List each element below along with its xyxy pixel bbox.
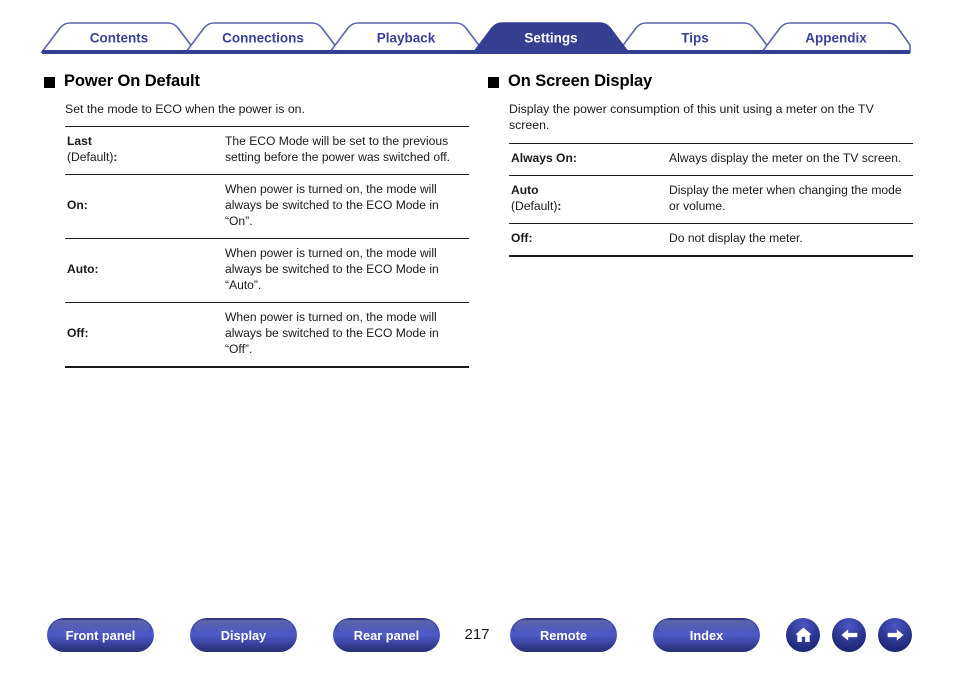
row-description: When power is turned on, the mode will a… [223, 238, 469, 303]
tab-shapes [40, 22, 911, 53]
row-term: Off: [65, 301, 223, 367]
table-row: On: When power is turned on, the mode wi… [65, 174, 469, 239]
table-bottom-rule [509, 254, 913, 257]
arrow-left-icon [839, 625, 860, 645]
display-button-label: Display [220, 627, 267, 643]
row-term: Off: [509, 222, 667, 255]
home-icon [793, 625, 814, 645]
row-term: Last (Default): [65, 126, 223, 175]
next-page-button[interactable] [878, 618, 912, 652]
row-term: Auto: [65, 238, 223, 303]
previous-page-button[interactable] [832, 618, 866, 652]
intro-text-right: Display the power consumption of this un… [509, 102, 874, 133]
section-heading-left: Power On Default [44, 72, 469, 91]
remote-button[interactable]: Remote [510, 618, 617, 652]
term-sub: (Default): [511, 198, 562, 213]
tab-label-settings: Settings [524, 31, 577, 46]
row-term: Always On: [509, 142, 667, 176]
term-sub: (Default): [67, 150, 118, 165]
term-name: Auto [511, 182, 539, 197]
term-name: Always On: [511, 150, 577, 165]
table-row: Last (Default): The ECO Mode will be set… [65, 126, 469, 175]
row-term: Auto (Default): [509, 174, 667, 224]
page-number: 217 [464, 626, 490, 643]
table-row: Auto: When power is turned on, the mode … [65, 238, 469, 303]
spec-table-left: Last (Default): The ECO Mode will be set… [65, 126, 469, 368]
rear-panel-button[interactable]: Rear panel [333, 618, 440, 652]
content-area: Power On Default Set the mode to ECO whe… [0, 62, 954, 592]
section-heading-right: On Screen Display [488, 72, 913, 91]
term-name: Auto: [67, 262, 99, 277]
tab-label-connections: Connections [222, 31, 304, 46]
table-row: Always On: Always display the meter on t… [509, 142, 913, 176]
intro-text-left: Set the mode to ECO when the power is on… [65, 102, 305, 116]
index-button[interactable]: Index [653, 618, 760, 652]
rear-panel-button-label: Rear panel [353, 627, 420, 643]
front-panel-button[interactable]: Front panel [47, 618, 154, 652]
term-name: Off: [511, 230, 533, 245]
table-bottom-rule [65, 365, 469, 368]
section-body-left: Set the mode to ECO when the power is on… [65, 101, 469, 368]
row-description: The ECO Mode will be set to the previous… [223, 126, 469, 175]
term-name: Last [67, 134, 92, 149]
tab-label-contents: Contents [90, 31, 149, 46]
table-row: Off: Do not display the meter. [509, 222, 913, 255]
display-button[interactable]: Display [190, 618, 297, 652]
tab-label-playback: Playback [377, 31, 436, 46]
page-title-left: Power On Default [64, 72, 200, 90]
tab-label-appendix: Appendix [805, 31, 867, 46]
row-description: Do not display the meter. [667, 222, 913, 255]
term-name: Off: [67, 325, 89, 340]
row-description: Display the meter when changing the mode… [667, 174, 913, 224]
front-panel-button-label: Front panel [65, 627, 136, 643]
bottom-navigation-bar: Front panel Display Rear panel 217 Remot… [0, 608, 954, 668]
page-title-right: On Screen Display [508, 72, 653, 90]
table-row: Off: When power is turned on, the mode w… [65, 301, 469, 367]
section-body-right: Display the power consumption of this un… [509, 101, 913, 257]
heading-bullet-icon [44, 76, 55, 88]
tab-label-tips: Tips [681, 31, 709, 46]
arrow-right-icon [885, 625, 906, 645]
spec-table-right: Always On: Always display the meter on t… [509, 142, 913, 257]
index-button-label: Index [689, 627, 724, 643]
tab-bar: Contents Connections Playback Settings T… [0, 0, 954, 60]
remote-button-label: Remote [540, 627, 587, 643]
section-power-on-default: Power On Default Set the mode to ECO whe… [44, 62, 469, 368]
home-button[interactable] [786, 618, 820, 652]
row-description: When power is turned on, the mode will a… [223, 301, 469, 367]
row-term: On: [65, 174, 223, 239]
tab-bottom-rule [42, 50, 910, 54]
row-description: Always display the meter on the TV scree… [667, 142, 913, 176]
section-on-screen-display: On Screen Display Display the power cons… [488, 62, 913, 257]
table-row: Auto (Default): Display the meter when c… [509, 174, 913, 224]
row-description: When power is turned on, the mode will a… [223, 174, 469, 239]
heading-bullet-icon [488, 76, 499, 88]
term-name: On: [67, 198, 88, 213]
